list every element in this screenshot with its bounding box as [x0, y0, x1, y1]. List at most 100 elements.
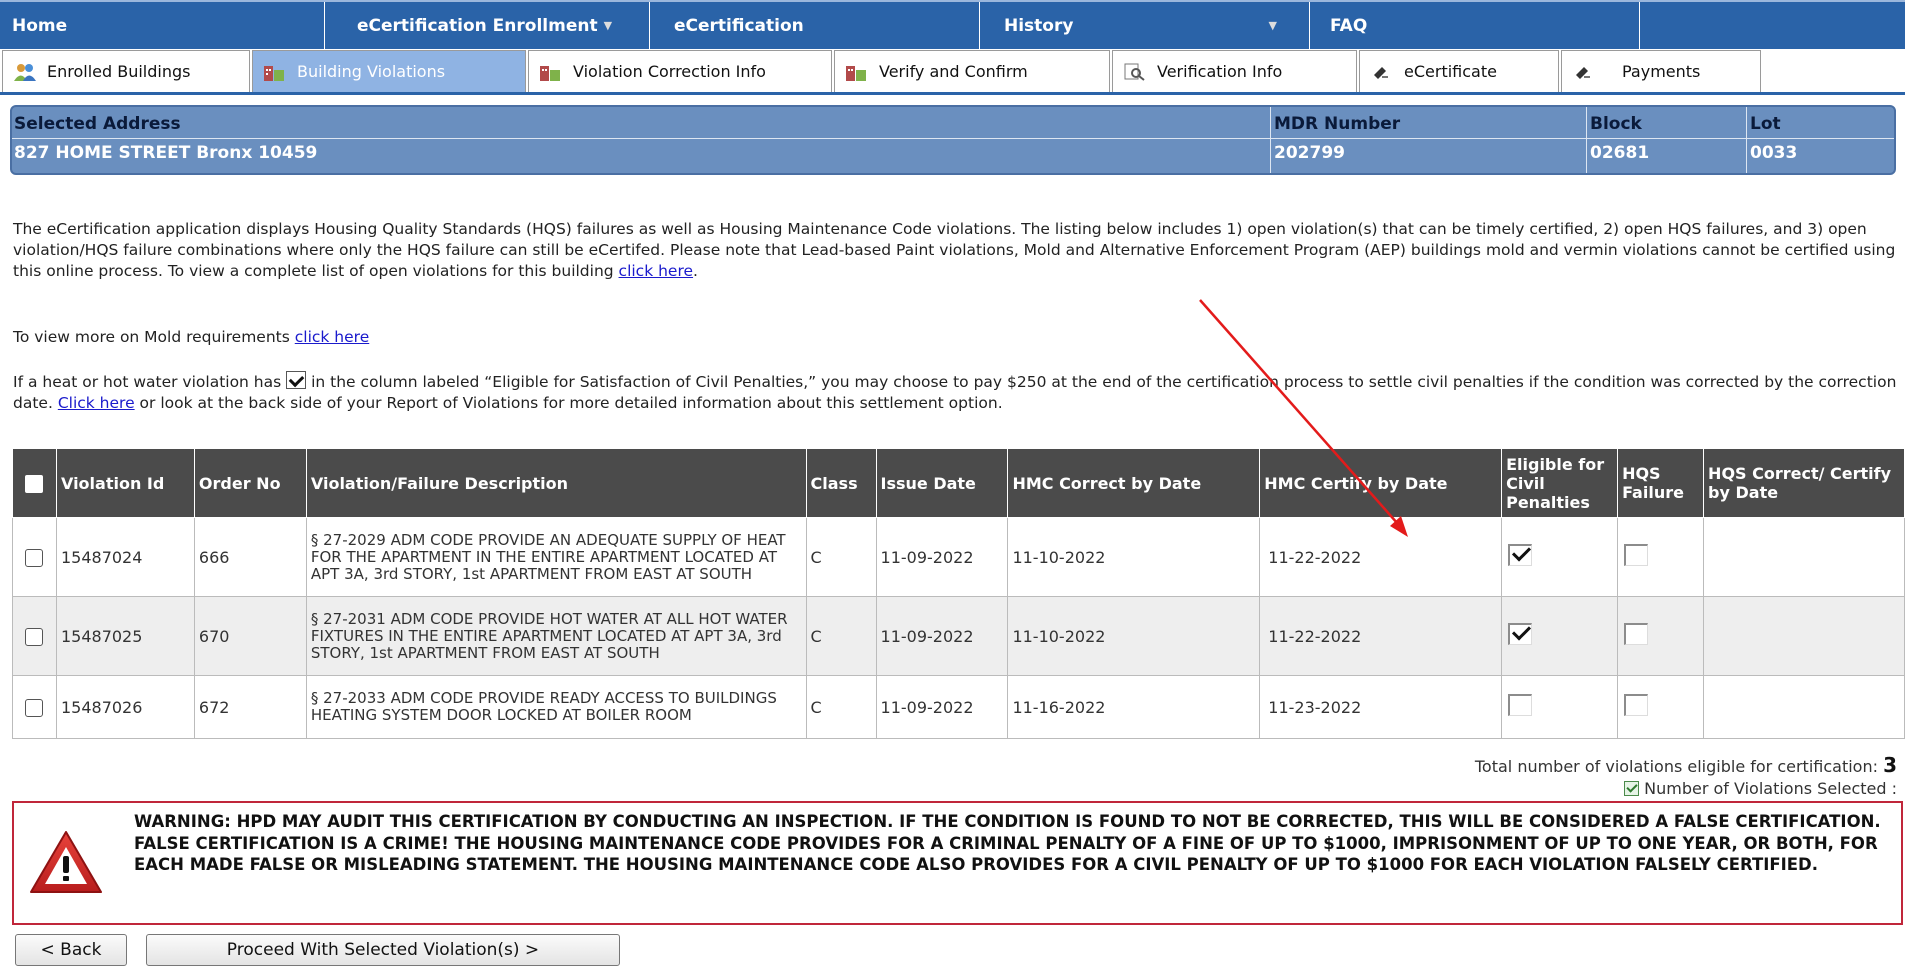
- divider: [1746, 107, 1747, 173]
- nav-faq-label: FAQ: [1330, 15, 1368, 36]
- chevron-down-icon: ▼: [603, 19, 613, 32]
- magnifier-icon: [1123, 63, 1145, 81]
- violation-id-cell: 15487025: [55, 596, 195, 676]
- col-hmc-certify[interactable]: HMC Certify by Date: [1259, 448, 1503, 518]
- mold-requirements-link[interactable]: click here: [295, 328, 370, 346]
- table-row: 15487026 672 § 27-2033 ADM CODE PROVIDE …: [12, 675, 1905, 739]
- violation-id-cell: 15487026: [55, 675, 195, 739]
- hqs-failure-cell: [1617, 517, 1705, 597]
- nav-ecert-enrollment[interactable]: eCertification Enrollment ▼: [325, 2, 650, 49]
- mdr-number-value: 202799: [1274, 143, 1345, 163]
- lot-value: 0033: [1750, 143, 1798, 163]
- tab-violation-correction-info[interactable]: Violation Correction Info: [528, 50, 832, 92]
- checkbox-icon: [1624, 781, 1640, 796]
- eligible-cell: [1501, 596, 1619, 676]
- tab-enrolled-buildings[interactable]: Enrolled Buildings: [2, 50, 250, 92]
- hqs-failure-cell: [1617, 675, 1705, 739]
- row-checkbox[interactable]: [25, 548, 44, 567]
- table-row: 15487025 670 § 27-2031 ADM CODE PROVIDE …: [12, 596, 1905, 676]
- divider: [1270, 107, 1271, 173]
- hmc-correct-cell: 11-10-2022: [1007, 596, 1261, 676]
- eligible-cell: [1501, 675, 1619, 739]
- settlement-info-link[interactable]: Click here: [58, 394, 135, 412]
- tab-verify-and-confirm[interactable]: Verify and Confirm: [834, 50, 1110, 92]
- selected-total-label: Number of Violations Selected :: [1644, 779, 1897, 798]
- hqs-failure-cell: [1617, 596, 1705, 676]
- warning-text: WARNING: HPD MAY AUDIT THIS CERTIFICATIO…: [134, 812, 1881, 874]
- tab-verify-and-confirm-label: Verify and Confirm: [879, 62, 1028, 81]
- eligible-checkbox: [1508, 694, 1533, 716]
- row-checkbox[interactable]: [25, 627, 44, 646]
- building-icon: [845, 63, 867, 81]
- order-no-cell: 672: [193, 675, 307, 739]
- selected-address-panel: Selected Address MDR Number Block Lot 82…: [10, 105, 1896, 175]
- row-select-cell: [12, 596, 57, 676]
- divider: [12, 138, 1894, 139]
- col-eligible[interactable]: Eligible for Civil Penalties: [1501, 448, 1619, 518]
- open-violations-link[interactable]: click here: [619, 262, 694, 280]
- tab-enrolled-buildings-label: Enrolled Buildings: [47, 62, 191, 81]
- hmc-correct-cell: 11-16-2022: [1007, 675, 1261, 739]
- select-all-header: [12, 448, 57, 518]
- hqs-correct-cell: [1703, 596, 1905, 676]
- nav-home-label: Home: [12, 15, 68, 36]
- nav-ecertification[interactable]: eCertification: [650, 2, 980, 49]
- col-class[interactable]: Class: [805, 448, 877, 518]
- select-all-checkbox[interactable]: [25, 474, 44, 493]
- hqs-correct-cell: [1703, 675, 1905, 739]
- nav-history[interactable]: History ▼: [980, 2, 1310, 49]
- stamp-icon: [1370, 63, 1392, 81]
- col-hqs-failure[interactable]: HQS Failure: [1617, 448, 1705, 518]
- proceed-button[interactable]: Proceed With Selected Violation(s) >: [146, 934, 620, 966]
- eligible-total-label: Total number of violations eligible for …: [1474, 757, 1884, 776]
- class-cell: C: [805, 675, 877, 739]
- tab-building-violations[interactable]: Building Violations: [252, 50, 526, 92]
- tab-ecertificate-label: eCertificate: [1404, 62, 1497, 81]
- col-order-no[interactable]: Order No: [193, 448, 307, 518]
- tab-ecertificate[interactable]: eCertificate: [1359, 50, 1559, 92]
- selected-address-label: Selected Address: [14, 114, 181, 134]
- col-hmc-correct[interactable]: HMC Correct by Date: [1007, 448, 1261, 518]
- eligible-checkbox: [1508, 544, 1533, 566]
- issue-date-cell: 11-09-2022: [875, 596, 1009, 676]
- tab-verification-info[interactable]: Verification Info: [1112, 50, 1357, 92]
- divider: [1586, 107, 1587, 173]
- tab-payments[interactable]: Payments: [1561, 50, 1761, 92]
- mold-paragraph: To view more on Mold requirements click …: [13, 327, 1898, 348]
- row-checkbox[interactable]: [25, 698, 44, 717]
- col-violation-id[interactable]: Violation Id: [55, 448, 195, 518]
- nav-faq[interactable]: FAQ: [1310, 2, 1640, 49]
- hmc-correct-cell: 11-10-2022: [1007, 517, 1261, 597]
- nav-filler: [1640, 2, 1905, 49]
- issue-date-cell: 11-09-2022: [875, 517, 1009, 597]
- back-button[interactable]: < Back: [15, 934, 127, 966]
- warning-box: WARNING: HPD MAY AUDIT THIS CERTIFICATIO…: [12, 801, 1903, 925]
- hmc-certify-cell: 11-22-2022: [1259, 596, 1503, 676]
- nav-ecert-enrollment-label: eCertification Enrollment: [357, 15, 598, 36]
- eligible-total: Total number of violations eligible for …: [1475, 754, 1897, 778]
- tab-payments-label: Payments: [1622, 62, 1701, 81]
- intro-text: The eCertification application displays …: [13, 220, 1896, 280]
- tab-violation-correction-label: Violation Correction Info: [573, 62, 766, 81]
- nav-history-label: History: [1004, 15, 1074, 36]
- stamp-icon: [1572, 63, 1594, 81]
- heat-text-3: or look at the back side of your Report …: [134, 394, 1003, 412]
- col-hqs-correct[interactable]: HQS Correct/ Certify by Date: [1703, 448, 1905, 518]
- mdr-number-label: MDR Number: [1274, 114, 1401, 134]
- hqs-failure-checkbox: [1624, 544, 1649, 566]
- order-no-cell: 670: [193, 596, 307, 676]
- col-description[interactable]: Violation/Failure Description: [305, 448, 807, 518]
- col-issue-date[interactable]: Issue Date: [875, 448, 1009, 518]
- description-cell: § 27-2029 ADM CODE PROVIDE AN ADEQUATE S…: [305, 517, 807, 597]
- mold-text: To view more on Mold requirements: [13, 328, 295, 346]
- eligible-cell: [1501, 517, 1619, 597]
- violations-table: Violation Id Order No Violation/Failure …: [12, 448, 1905, 739]
- row-select-cell: [12, 675, 57, 739]
- heat-paragraph: If a heat or hot water violation has in …: [13, 371, 1898, 414]
- eligible-checkbox: [1508, 623, 1533, 645]
- hqs-failure-checkbox: [1624, 623, 1649, 645]
- eligible-total-count: 3: [1883, 753, 1897, 777]
- hqs-correct-cell: [1703, 517, 1905, 597]
- description-cell: § 27-2033 ADM CODE PROVIDE READY ACCESS …: [305, 675, 807, 739]
- nav-home[interactable]: Home: [0, 2, 325, 49]
